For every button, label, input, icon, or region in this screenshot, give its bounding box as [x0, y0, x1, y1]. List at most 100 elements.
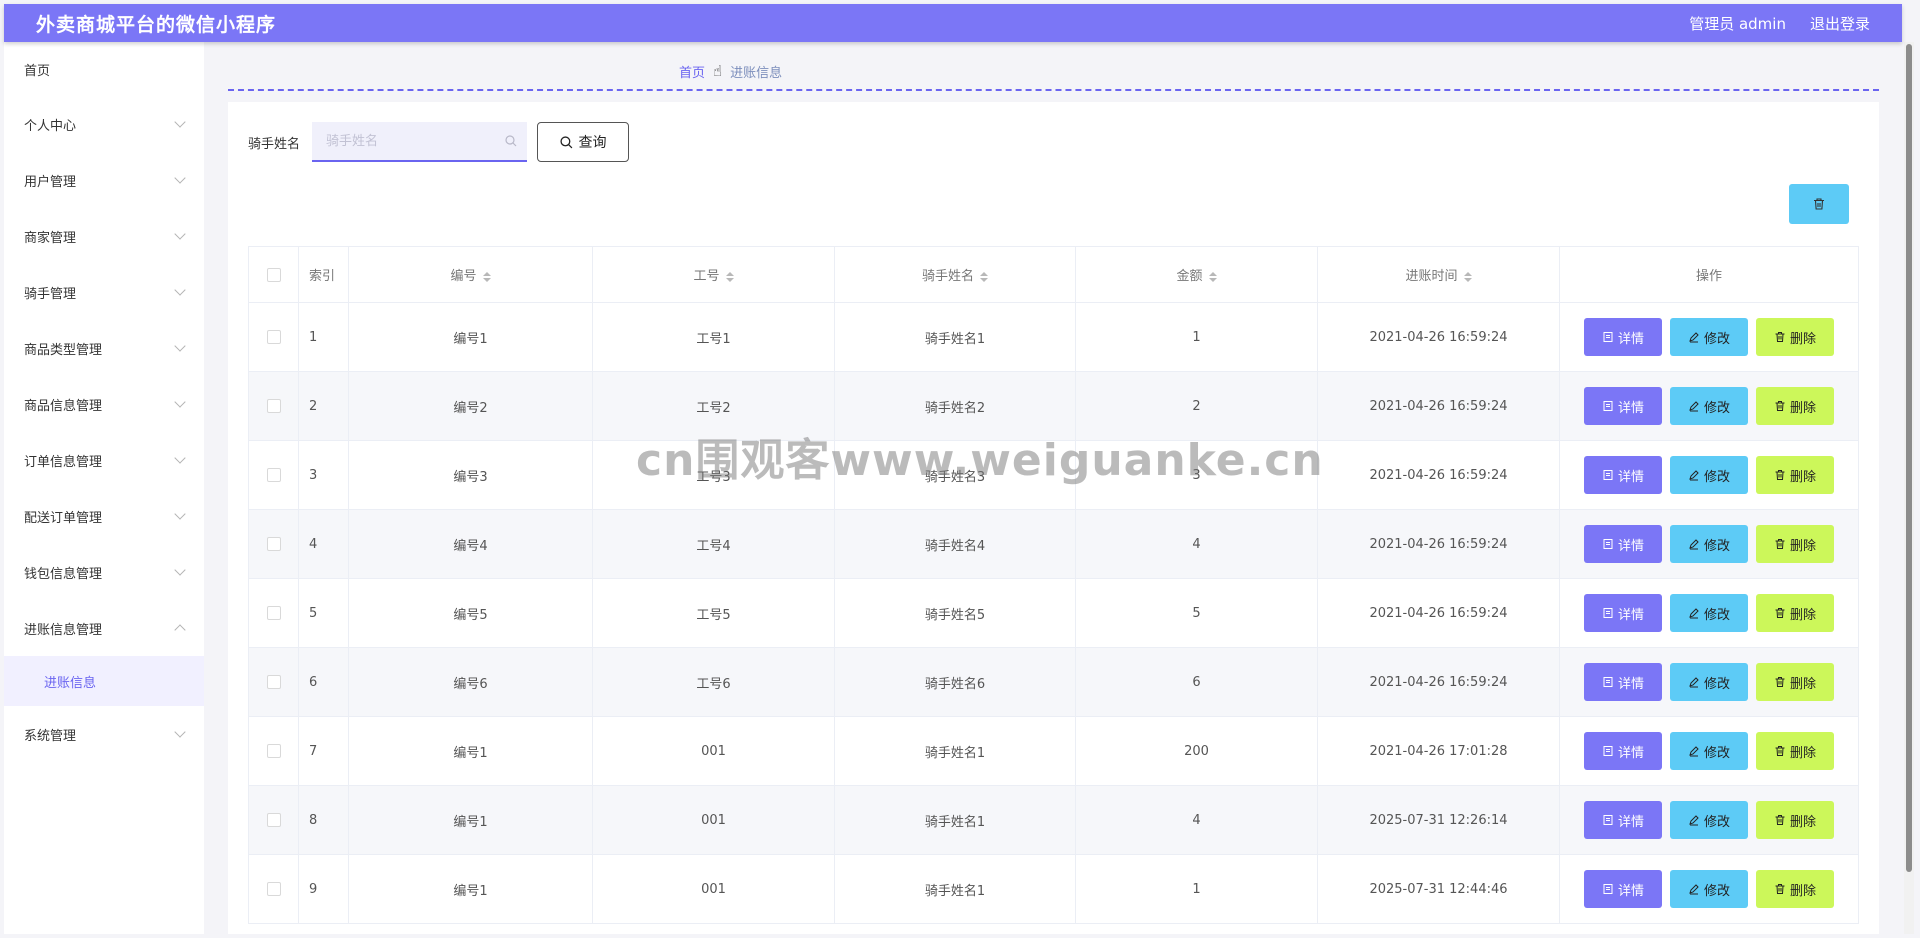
- sidebar-item-income-management[interactable]: 进账信息管理: [4, 600, 204, 656]
- query-button[interactable]: 查询: [537, 122, 630, 162]
- cell-number: 编号2: [348, 371, 593, 441]
- cell-job-id: 工号6: [592, 647, 835, 717]
- row-select-cell[interactable]: [248, 578, 299, 648]
- delete-button[interactable]: 删除: [1756, 870, 1834, 908]
- header-select-all[interactable]: [248, 246, 299, 303]
- row-checkbox[interactable]: [266, 399, 281, 413]
- row-select-cell[interactable]: [248, 785, 299, 855]
- detail-button[interactable]: 详情: [1584, 801, 1662, 839]
- cell-rider-name: 骑手姓名4: [834, 509, 1076, 579]
- sidebar-item-products[interactable]: 商品信息管理: [4, 376, 204, 432]
- delete-button[interactable]: 删除: [1756, 732, 1834, 770]
- detail-button[interactable]: 详情: [1584, 456, 1662, 494]
- sort-icon[interactable]: [725, 271, 734, 282]
- sidebar-item-personal-center[interactable]: 个人中心: [4, 96, 204, 152]
- delete-button[interactable]: 删除: [1756, 318, 1834, 356]
- row-select-cell[interactable]: [248, 440, 299, 510]
- row-select-cell[interactable]: [248, 854, 299, 924]
- edit-button[interactable]: 修改: [1670, 318, 1748, 356]
- row-select-cell[interactable]: [248, 716, 299, 786]
- column-header-rider-name[interactable]: 骑手姓名: [834, 246, 1076, 303]
- row-select-cell[interactable]: [248, 647, 299, 717]
- delete-button[interactable]: 删除: [1756, 456, 1834, 494]
- sort-icon[interactable]: [1463, 271, 1472, 282]
- row-checkbox[interactable]: [266, 468, 281, 482]
- edit-button[interactable]: 修改: [1670, 870, 1748, 908]
- cell-actions: 详情 修改 删除: [1559, 647, 1859, 717]
- trash-icon: [1774, 331, 1786, 343]
- scrollbar-thumb[interactable]: [1906, 44, 1912, 872]
- sort-icon[interactable]: [980, 271, 988, 282]
- trash-icon: [1814, 198, 1824, 210]
- row-checkbox[interactable]: [266, 882, 281, 896]
- row-checkbox[interactable]: [266, 675, 281, 689]
- rider-name-search-input[interactable]: [312, 122, 528, 160]
- sort-icon[interactable]: [1208, 271, 1217, 282]
- cell-index: 5: [298, 578, 349, 648]
- sidebar-item-orders[interactable]: 订单信息管理: [4, 432, 204, 488]
- sidebar-item-merchants[interactable]: 商家管理: [4, 208, 204, 264]
- sidebar-item-riders[interactable]: 骑手管理: [4, 264, 204, 320]
- page-scrollbar[interactable]: [1904, 42, 1914, 934]
- detail-button[interactable]: 详情: [1584, 387, 1662, 425]
- pencil-icon: [1688, 814, 1700, 826]
- content-card: 骑手姓名 查询 索引 编号 工号 骑: [228, 102, 1879, 934]
- row-checkbox[interactable]: [266, 606, 281, 620]
- pencil-icon: [1688, 400, 1700, 412]
- admin-user-label[interactable]: 管理员 admin: [1689, 13, 1786, 34]
- cell-income-time: 2021-04-26 16:59:24: [1317, 578, 1560, 648]
- batch-delete-button[interactable]: [1789, 184, 1849, 224]
- sidebar-subitem-income[interactable]: 进账信息: [4, 656, 204, 706]
- detail-button[interactable]: 详情: [1584, 594, 1662, 632]
- detail-button[interactable]: 详情: [1584, 525, 1662, 563]
- row-actions: 详情 修改 删除: [1560, 801, 1858, 839]
- table-header-row: 索引 编号 工号 骑手姓名 金额 进账时间 操作: [248, 246, 1859, 303]
- row-select-cell[interactable]: [248, 371, 299, 441]
- pencil-icon: [1688, 538, 1700, 550]
- breadcrumb-home[interactable]: 首页: [679, 62, 705, 81]
- delete-button[interactable]: 删除: [1756, 594, 1834, 632]
- cell-actions: 详情 修改 删除: [1559, 509, 1859, 579]
- column-header-income-time[interactable]: 进账时间: [1317, 246, 1560, 303]
- search-label: 骑手姓名: [248, 136, 301, 152]
- cell-number: 编号3: [348, 440, 593, 510]
- delete-button[interactable]: 删除: [1756, 525, 1834, 563]
- row-checkbox[interactable]: [266, 537, 281, 551]
- delete-button[interactable]: 删除: [1756, 663, 1834, 701]
- edit-button[interactable]: 修改: [1670, 525, 1748, 563]
- delete-button[interactable]: 删除: [1756, 387, 1834, 425]
- cell-job-id: 工号5: [592, 578, 835, 648]
- edit-button[interactable]: 修改: [1670, 801, 1748, 839]
- edit-button[interactable]: 修改: [1670, 387, 1748, 425]
- detail-button[interactable]: 详情: [1584, 732, 1662, 770]
- sidebar-item-product-types[interactable]: 商品类型管理: [4, 320, 204, 376]
- logout-link[interactable]: 退出登录: [1810, 13, 1870, 34]
- column-header-amount[interactable]: 金额: [1075, 246, 1318, 303]
- pencil-icon: [1688, 607, 1700, 619]
- document-icon: [1602, 745, 1614, 757]
- detail-button[interactable]: 详情: [1584, 663, 1662, 701]
- detail-button[interactable]: 详情: [1584, 870, 1662, 908]
- sidebar-item-wallets[interactable]: 钱包信息管理: [4, 544, 204, 600]
- column-header-job-id[interactable]: 工号: [592, 246, 835, 303]
- sort-icon[interactable]: [482, 271, 491, 282]
- row-checkbox[interactable]: [266, 813, 281, 827]
- column-header-number[interactable]: 编号: [348, 246, 593, 303]
- sidebar-item-users[interactable]: 用户管理: [4, 152, 204, 208]
- sidebar-item-home[interactable]: 首页: [4, 42, 204, 96]
- row-select-cell[interactable]: [248, 509, 299, 579]
- row-checkbox[interactable]: [266, 744, 281, 758]
- row-actions: 详情 修改 删除: [1560, 663, 1858, 701]
- sidebar-item-system[interactable]: 系统管理: [4, 706, 204, 762]
- row-select-cell[interactable]: [248, 302, 299, 372]
- edit-button[interactable]: 修改: [1670, 663, 1748, 701]
- select-all-checkbox[interactable]: [266, 267, 281, 282]
- detail-button[interactable]: 详情: [1584, 318, 1662, 356]
- cell-rider-name: 骑手姓名3: [834, 440, 1076, 510]
- delete-button[interactable]: 删除: [1756, 801, 1834, 839]
- edit-button[interactable]: 修改: [1670, 594, 1748, 632]
- edit-button[interactable]: 修改: [1670, 456, 1748, 494]
- row-checkbox[interactable]: [266, 330, 281, 344]
- edit-button[interactable]: 修改: [1670, 732, 1748, 770]
- sidebar-item-delivery-orders[interactable]: 配送订单管理: [4, 488, 204, 544]
